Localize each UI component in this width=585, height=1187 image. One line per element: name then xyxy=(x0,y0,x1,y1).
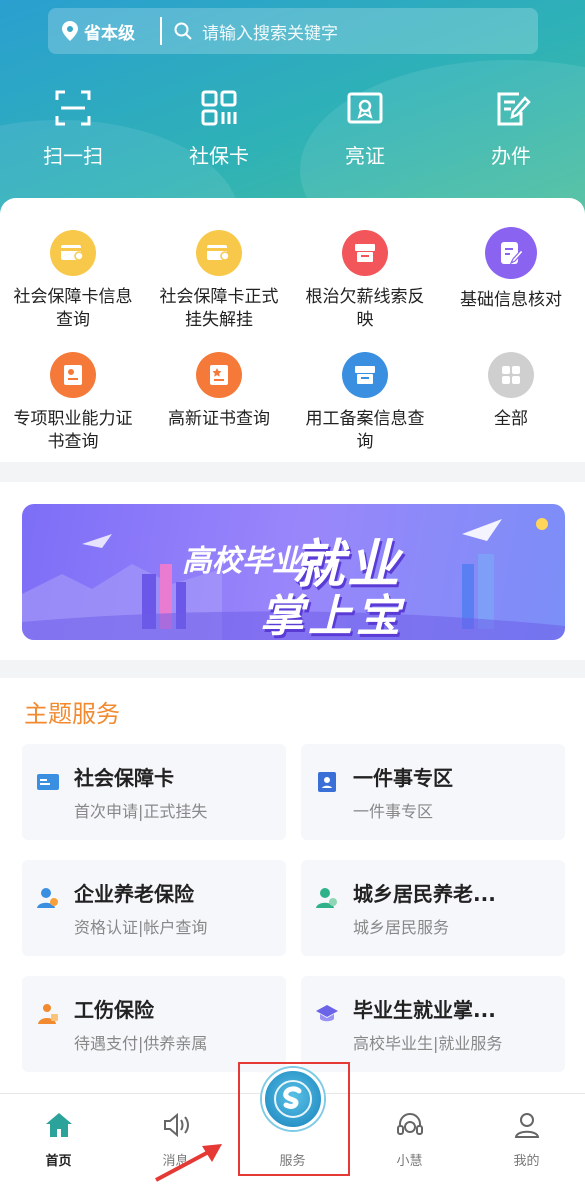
search-icon xyxy=(174,22,192,40)
theme-service-work-injury[interactable]: 工伤保险 待遇支付|供养亲属 xyxy=(22,976,286,1072)
service-card-info-query[interactable]: 社会保障卡信息查询 xyxy=(0,230,146,352)
section-gap xyxy=(0,462,585,482)
location-pin-icon xyxy=(62,21,78,41)
quick-actions: 扫一扫 社保卡 亮证 办件 xyxy=(0,88,585,169)
card-search-icon xyxy=(50,230,96,276)
section-gap xyxy=(0,660,585,678)
search-placeholder: 请输入搜索关键字 xyxy=(202,23,338,44)
service-info-check[interactable]: 基础信息核对 xyxy=(438,227,584,352)
search-input[interactable]: 请输入搜索关键字 xyxy=(174,19,338,44)
grid-all-icon xyxy=(488,352,534,398)
id-card-icon xyxy=(37,774,59,790)
tab-mine[interactable]: 我的 xyxy=(468,1094,585,1187)
service-label: 高新证书查询 xyxy=(168,409,270,429)
certificate-search-icon xyxy=(50,352,96,398)
theme-service-title: 工伤保险 xyxy=(74,998,154,1022)
edit-document-icon xyxy=(497,92,531,126)
theme-service-subtitle: 高校毕业生|就业服务 xyxy=(353,1034,503,1053)
tab-home[interactable]: 首页 xyxy=(0,1094,117,1187)
location-label: 省本级 xyxy=(84,23,135,44)
theme-service-subtitle: 一件事专区 xyxy=(353,802,434,821)
pointer-arrow-icon xyxy=(155,1144,222,1182)
service-employment-record[interactable]: 用工备案信息查询 xyxy=(292,352,438,474)
quick-action-show-license[interactable]: 亮证 xyxy=(292,88,438,169)
quick-action-label: 办件 xyxy=(491,144,531,168)
service-label: 社会保障卡信息查询 xyxy=(13,287,133,330)
contact-book-icon xyxy=(318,772,336,792)
theme-service-resident-pension[interactable]: 城乡居民养老... 城乡居民服务 xyxy=(301,860,565,956)
service-card-report-loss[interactable]: 社会保障卡正式挂失解挂 xyxy=(146,230,292,352)
theme-service-subtitle: 首次申请|正式挂失 xyxy=(74,802,208,821)
services-card: 社会保障卡信息查询 社会保障卡正式挂失解挂 根治欠薪线索反映 基础信息核对 专项… xyxy=(0,198,585,462)
speaker-icon xyxy=(163,1112,189,1138)
divider xyxy=(160,17,162,45)
theme-service-one-thing-zone[interactable]: 一件事专区 一件事专区 xyxy=(301,744,565,840)
quick-action-cases[interactable]: 办件 xyxy=(438,88,584,169)
quick-action-social-card[interactable]: 社保卡 xyxy=(146,88,292,169)
theme-service-enterprise-pension[interactable]: 企业养老保险 资格认证|帐户查询 xyxy=(22,860,286,956)
theme-service-subtitle: 待遇支付|供养亲属 xyxy=(74,1034,208,1053)
injury-insurance-icon xyxy=(38,1004,58,1024)
tab-label: 小慧 xyxy=(396,1154,423,1169)
certificate-icon xyxy=(347,92,383,124)
employment-record-icon xyxy=(342,352,388,398)
location-selector[interactable]: 省本级 xyxy=(48,19,160,44)
tab-label: 首页 xyxy=(45,1154,72,1169)
theme-service-title: 社会保障卡 xyxy=(74,766,174,790)
theme-service-social-card[interactable]: 社会保障卡 首次申请|正式挂失 xyxy=(22,744,286,840)
promo-banner[interactable]: 高校毕业生 就业 掌上宝 xyxy=(22,504,565,640)
services-grid: 社会保障卡信息查询 社会保障卡正式挂失解挂 根治欠薪线索反映 基础信息核对 专项… xyxy=(0,198,585,474)
quick-action-label: 扫一扫 xyxy=(43,144,103,168)
theme-service-title: 企业养老保险 xyxy=(74,882,194,906)
headset-icon xyxy=(396,1113,423,1135)
qrcode-icon xyxy=(201,90,237,126)
theme-service-title: 城乡居民养老... xyxy=(353,882,496,906)
service-label: 专项职业能力证书查询 xyxy=(13,409,133,452)
service-skill-certificate[interactable]: 专项职业能力证书查询 xyxy=(0,352,146,474)
info-check-icon xyxy=(485,227,537,279)
star-certificate-icon xyxy=(196,352,242,398)
wage-report-icon xyxy=(342,230,388,276)
tab-xiaohui[interactable]: 小慧 xyxy=(351,1094,468,1187)
theme-service-subtitle: 资格认证|帐户查询 xyxy=(74,918,208,937)
quick-action-label: 亮证 xyxy=(345,144,385,168)
theme-service-graduate-employment[interactable]: 毕业生就业掌... 高校毕业生|就业服务 xyxy=(301,976,565,1072)
user-icon xyxy=(514,1113,539,1138)
highlight-box xyxy=(238,1062,350,1176)
service-all[interactable]: 全部 xyxy=(438,352,584,474)
person-resident-icon xyxy=(316,888,337,908)
header-background: 省本级 请输入搜索关键字 扫一扫 社保卡 亮证 办件 xyxy=(0,0,585,230)
tab-label: 我的 xyxy=(513,1154,540,1169)
theme-service-subtitle: 城乡居民服务 xyxy=(353,918,450,937)
quick-action-scan[interactable]: 扫一扫 xyxy=(0,88,146,169)
person-pension-icon xyxy=(37,888,58,908)
service-wage-report[interactable]: 根治欠薪线索反映 xyxy=(292,230,438,352)
home-icon xyxy=(45,1113,72,1137)
service-label: 根治欠薪线索反映 xyxy=(305,287,425,330)
service-label: 全部 xyxy=(494,409,528,429)
section-title: 主题服务 xyxy=(24,700,120,728)
service-label: 社会保障卡正式挂失解挂 xyxy=(159,287,279,330)
service-label: 用工备案信息查询 xyxy=(305,409,425,452)
theme-service-title: 毕业生就业掌... xyxy=(353,998,496,1022)
banner-line3: 掌上宝 xyxy=(260,591,404,640)
service-high-tech-certificate[interactable]: 高新证书查询 xyxy=(146,352,292,474)
quick-action-label: 社保卡 xyxy=(189,144,249,168)
search-bar[interactable]: 省本级 请输入搜索关键字 xyxy=(48,8,538,54)
scan-icon xyxy=(55,90,91,126)
service-label: 基础信息核对 xyxy=(460,290,562,310)
card-lock-icon xyxy=(196,230,242,276)
graduate-cap-icon xyxy=(316,1005,338,1022)
theme-service-title: 一件事专区 xyxy=(353,766,453,790)
